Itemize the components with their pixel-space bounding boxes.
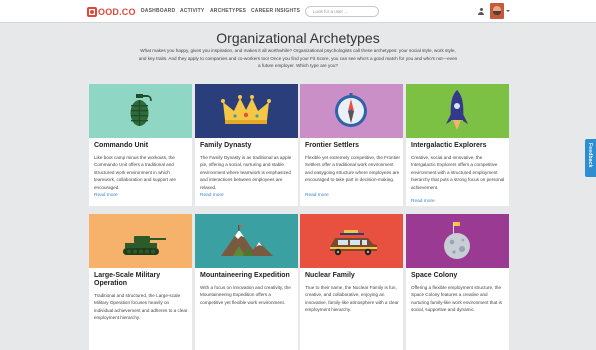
card-title: Mountaineering Expedition: [200, 272, 290, 279]
archetype-card-large-scale-military-operation[interactable]: Large-Scale Military Operation Tradition…: [89, 214, 192, 350]
card-image: [89, 214, 192, 268]
card-description: Creative, social and innovative, the Int…: [411, 155, 505, 190]
read-more-link[interactable]: Read more: [411, 199, 435, 204]
card-title: Intergalactic Explorers: [411, 142, 487, 149]
archetype-card-nuclear-family[interactable]: Nuclear Family True to their name, the N…: [300, 214, 403, 350]
card-description: The Family Dynasty is as traditional as …: [200, 155, 292, 190]
goodco-logo[interactable]: OOD.CO: [87, 6, 136, 17]
read-more-link[interactable]: Read more: [305, 193, 329, 198]
feedback-tab[interactable]: Feedback: [585, 139, 596, 177]
planet-flag-icon: [444, 222, 470, 259]
tank-icon: [123, 236, 166, 255]
archetype-card-family-dynasty[interactable]: Family Dynasty The Family Dynasty is as …: [195, 84, 298, 206]
archetype-card-intergalactic-explorers[interactable]: Intergalactic Explorers Creative, social…: [406, 84, 509, 206]
archetype-card-space-colony[interactable]: Space Colony Offering a flexible employm…: [406, 214, 509, 350]
card-description: Traditional and structured, the Large-sc…: [94, 293, 188, 321]
station-wagon-icon: [330, 230, 377, 256]
card-image: [300, 214, 403, 268]
intro-paragraph: What makes you happy, gives you inspirat…: [138, 48, 458, 69]
card-title: Family Dynasty: [200, 142, 252, 149]
read-more-link[interactable]: Read more: [200, 193, 224, 198]
card-image: [406, 84, 509, 138]
card-title: Large-Scale Military Operation: [94, 272, 161, 287]
card-title: Commando Unit: [94, 142, 149, 149]
avatar[interactable]: [490, 3, 504, 19]
card-image: [406, 214, 509, 268]
feedback-label: Feedback: [587, 143, 593, 168]
card-description: Flexible yet extremely competitive, the …: [305, 155, 400, 183]
nav-link-activity[interactable]: ACTIVITY: [180, 8, 204, 14]
card-description: Like boot camp minus the workouts, the C…: [94, 155, 176, 190]
card-title: Space Colony: [411, 272, 458, 279]
nav-link-career-insights[interactable]: CAREER INSIGHTS: [251, 8, 300, 14]
card-image: [89, 84, 192, 138]
rocket-icon: [446, 90, 468, 130]
mountain-icon: [221, 225, 273, 256]
page-title: Organizational Archetypes: [216, 30, 380, 46]
compass-icon: [335, 93, 367, 127]
card-title: Frontier Settlers: [305, 142, 360, 149]
top-navbar: OOD.CO DASHBOARD ACTIVITY ARCHETYPES CAR…: [0, 0, 596, 23]
user-icon[interactable]: [478, 8, 484, 15]
archetype-card-frontier-settlers[interactable]: Frontier Settlers Flexible yet extremely…: [300, 84, 403, 206]
card-image: [195, 84, 298, 138]
grenade-icon: [130, 94, 152, 126]
nav-link-archetypes[interactable]: ARCHETYPES: [210, 8, 246, 14]
logo-mark-icon: [87, 6, 97, 17]
avatar-beard: [493, 11, 501, 15]
card-description: Offering a flexible employment structure…: [411, 285, 502, 313]
read-more-link[interactable]: Read more: [94, 193, 118, 198]
nav-link-dashboard[interactable]: DASHBOARD: [141, 8, 175, 14]
card-description: With a focus on innovation and creativit…: [200, 285, 291, 305]
card-image: [195, 214, 298, 268]
archetype-card-commando-unit[interactable]: Commando Unit Like boot camp minus the w…: [89, 84, 192, 206]
card-image: [300, 84, 403, 138]
archetype-card-mountaineering-expedition[interactable]: Mountaineering Expedition With a focus o…: [195, 214, 298, 350]
user-search-input[interactable]: Look for a user ...: [305, 6, 379, 17]
logo-text: OOD.CO: [98, 6, 136, 17]
card-description: True to their name, the Nuclear Family i…: [305, 285, 399, 313]
card-title: Nuclear Family: [305, 272, 355, 279]
chevron-down-icon[interactable]: [506, 10, 510, 12]
crown-icon: [221, 95, 271, 124]
search-placeholder: Look for a user ...: [313, 9, 349, 14]
